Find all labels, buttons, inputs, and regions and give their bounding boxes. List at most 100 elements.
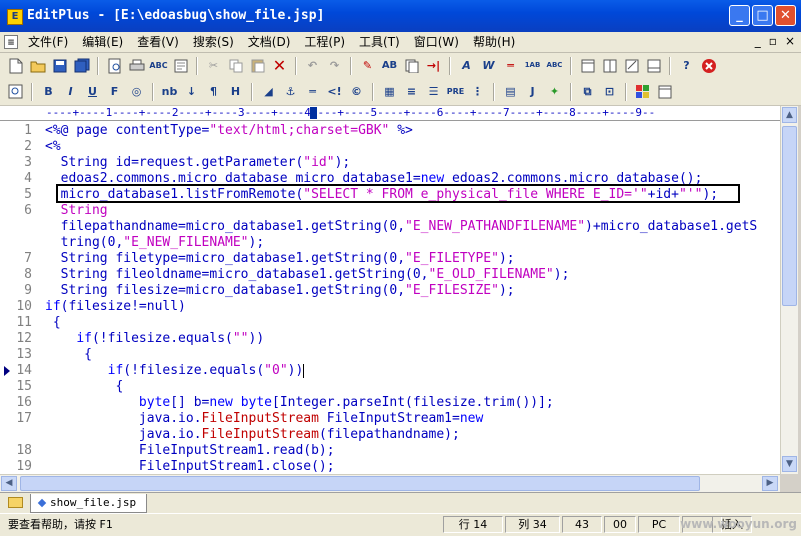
html-preview-icon[interactable] <box>6 82 25 101</box>
horizontal-scrollbar[interactable]: ◀ ▶ <box>0 474 780 492</box>
new-file-icon[interactable] <box>6 56 25 75</box>
list-icon[interactable]: ⋮ <box>468 82 487 101</box>
code-line[interactable]: 16 byte[] b=new byte[Integer.parseInt(fi… <box>0 395 780 411</box>
scroll-down-arrow-icon[interactable]: ▼ <box>782 456 797 472</box>
code-line[interactable]: 6 String <box>0 203 780 219</box>
code-line[interactable]: filepathandname=micro_database1.getStrin… <box>0 219 780 235</box>
nbsp-icon[interactable]: nb <box>160 82 179 101</box>
image-icon[interactable]: ◢ <box>259 82 278 101</box>
font-icon[interactable]: A <box>457 56 476 75</box>
menu-tools[interactable]: 工具(T) <box>359 34 400 50</box>
menu-edit[interactable]: 编辑(E) <box>82 34 123 50</box>
window-tile-icon[interactable] <box>578 56 597 75</box>
font-tag-icon[interactable]: F <box>105 82 124 101</box>
horizontal-rule-icon[interactable]: ═ <box>303 82 322 101</box>
close-button[interactable]: ✕ <box>775 5 796 26</box>
code-line[interactable]: tring(0,"E_NEW_FILENAME"); <box>0 235 780 251</box>
menu-search[interactable]: 搜索(S) <box>193 34 234 50</box>
print-icon[interactable] <box>127 56 146 75</box>
menu-help[interactable]: 帮助(H) <box>473 34 515 50</box>
code-line[interactable]: 3 String id=request.getParameter("id"); <box>0 155 780 171</box>
menu-window[interactable]: 窗口(W) <box>414 34 459 50</box>
stop-icon[interactable] <box>699 56 718 75</box>
special-char-icon[interactable]: © <box>347 82 366 101</box>
scroll-right-arrow-icon[interactable]: ▶ <box>762 476 778 491</box>
document-icon[interactable]: ≡ <box>4 35 18 49</box>
toolbar-window-icon[interactable] <box>655 82 674 101</box>
code-line[interactable]: 9 String filesize=micro_database1.getStr… <box>0 283 780 299</box>
open-folder-icon[interactable] <box>28 56 47 75</box>
code-line[interactable]: java.io.FileInputStream(filepathandname)… <box>0 427 780 443</box>
replace-icon[interactable]: AB <box>380 56 399 75</box>
heading-icon[interactable]: H <box>226 82 245 101</box>
scroll-left-arrow-icon[interactable]: ◀ <box>1 476 17 491</box>
code-line[interactable]: 4 edoas2.commons.micro_database micro_da… <box>0 171 780 187</box>
scroll-up-arrow-icon[interactable]: ▲ <box>782 107 797 123</box>
delete-icon[interactable]: ✕ <box>270 56 289 75</box>
folder-icon[interactable] <box>8 497 23 508</box>
vertical-scrollbar[interactable]: ▲ ▼ <box>780 106 798 474</box>
code-line[interactable]: 17 java.io.FileInputStream FileInputStre… <box>0 411 780 427</box>
browser-icon[interactable] <box>171 56 190 75</box>
italic-icon[interactable]: I <box>61 82 80 101</box>
minimize-button[interactable]: _ <box>729 5 750 26</box>
app-icon[interactable]: E <box>7 9 23 25</box>
code-line[interactable]: 2 <% <box>0 139 780 155</box>
frame-icon[interactable]: ⧉ <box>578 82 597 101</box>
doc-minimize-button[interactable]: _ <box>755 34 761 48</box>
code-line[interactable]: 14 if(!filesize.equals("0")) <box>0 363 780 379</box>
menu-document[interactable]: 文档(D) <box>248 34 291 50</box>
table-icon[interactable]: ▦ <box>380 82 399 101</box>
break-icon[interactable]: ↓ <box>182 82 201 101</box>
menu-view[interactable]: 查看(V) <box>137 34 179 50</box>
code-line[interactable]: 19 FileInputStream1.close(); <box>0 459 780 474</box>
redo-icon[interactable]: ↷ <box>325 56 344 75</box>
color-palette-icon[interactable] <box>633 82 652 101</box>
menu-project[interactable]: 工程(P) <box>304 34 345 50</box>
cut-icon[interactable]: ✂ <box>204 56 223 75</box>
tab-show-file[interactable]: show_file.jsp <box>30 494 148 513</box>
find-in-files-icon[interactable] <box>402 56 421 75</box>
code-line[interactable]: 1 <%@ page contentType="text/html;charset… <box>0 123 780 139</box>
code-line[interactable]: 12 if(!filesize.equals("")) <box>0 331 780 347</box>
code-line[interactable]: 11 { <box>0 315 780 331</box>
comment-icon[interactable]: <! <box>325 82 344 101</box>
paste-icon[interactable] <box>248 56 267 75</box>
ruler-icon[interactable]: ═ <box>501 56 520 75</box>
code-editor[interactable]: 1 <%@ page contentType="text/html;charset… <box>0 121 780 474</box>
embed-icon[interactable]: ⊡ <box>600 82 619 101</box>
javascript-icon[interactable]: J <box>523 82 542 101</box>
undo-icon[interactable]: ↶ <box>303 56 322 75</box>
save-all-icon[interactable] <box>72 56 91 75</box>
help-icon[interactable]: ? <box>677 56 696 75</box>
align-center-icon[interactable]: ≡ <box>402 82 421 101</box>
code-line[interactable]: 15 { <box>0 379 780 395</box>
code-line[interactable]: 10 if(filesize!=null) <box>0 299 780 315</box>
goto-icon[interactable]: →| <box>424 56 443 75</box>
form-icon[interactable]: ▤ <box>501 82 520 101</box>
doc-close-button[interactable]: × <box>785 34 795 48</box>
line-number-icon[interactable]: 1AB <box>523 56 542 75</box>
vertical-scroll-thumb[interactable] <box>782 126 797 306</box>
output-window-icon[interactable] <box>644 56 663 75</box>
color-picker-icon[interactable]: ◎ <box>127 82 146 101</box>
paragraph-icon[interactable]: ¶ <box>204 82 223 101</box>
underline-icon[interactable]: U <box>83 82 102 101</box>
cliptext-icon[interactable] <box>622 56 641 75</box>
code-line[interactable]: 18 FileInputStream1.read(b); <box>0 443 780 459</box>
doc-restore-button[interactable]: ▫ <box>769 34 777 48</box>
code-line[interactable]: 7 String filetype=micro_database1.getStr… <box>0 251 780 267</box>
code-line[interactable]: 13 { <box>0 347 780 363</box>
spell-check-icon[interactable]: ABC <box>149 56 168 75</box>
anchor-icon[interactable]: ⚓ <box>281 82 300 101</box>
maximize-button[interactable]: □ <box>752 5 773 26</box>
code-line[interactable]: 5 micro_database1.listFromRemote("SELECT… <box>0 187 780 203</box>
menu-file[interactable]: 文件(F) <box>28 34 68 50</box>
align-justify-icon[interactable]: ☰ <box>424 82 443 101</box>
bold-icon[interactable]: B <box>39 82 58 101</box>
copy-icon[interactable] <box>226 56 245 75</box>
find-icon[interactable]: ✎ <box>358 56 377 75</box>
word-wrap-icon[interactable]: W <box>479 56 498 75</box>
css-icon[interactable]: ✦ <box>545 82 564 101</box>
preformatted-icon[interactable]: PRE <box>446 82 465 101</box>
